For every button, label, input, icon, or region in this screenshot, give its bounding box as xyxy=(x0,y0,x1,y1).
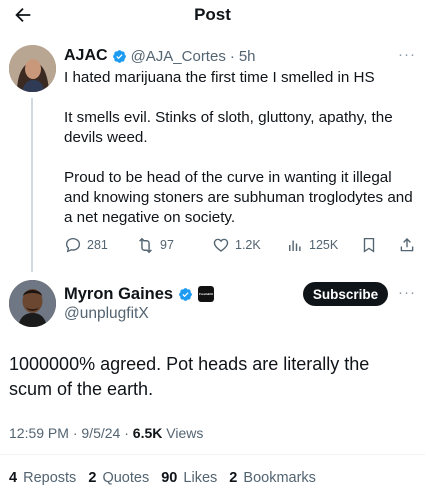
author-name[interactable]: AJAC xyxy=(64,47,108,65)
bookmark-button[interactable] xyxy=(360,233,378,257)
avatar-ajac[interactable] xyxy=(9,45,56,92)
verified-icon xyxy=(112,49,126,63)
more-icon[interactable]: ··· xyxy=(398,284,416,301)
repost-icon xyxy=(139,237,152,253)
engagement-stats: 4 Reposts 2 Quotes 90 Likes 2 Bookmarks xyxy=(9,470,324,486)
main-post-header: Myron Gaines Fresh&Fit xyxy=(64,284,215,304)
bookmarks-stat[interactable]: 2 Bookmarks xyxy=(229,470,316,486)
like-count: 1.2K xyxy=(235,238,261,252)
quotes-stat[interactable]: 2 Quotes xyxy=(88,470,149,486)
post-date[interactable]: 9/5/24 xyxy=(81,425,120,441)
avatar-image xyxy=(9,280,56,327)
likes-stat[interactable]: 90 Likes xyxy=(161,470,217,486)
page-title: Post xyxy=(194,5,231,24)
avatar-myron[interactable] xyxy=(9,280,56,327)
post-time[interactable]: 5h xyxy=(239,48,256,65)
post-paragraph: Proud to be head of the curve in wanting… xyxy=(64,169,413,226)
action-bar: 281 97 1.2K 125K xyxy=(64,233,420,257)
reply-count: 281 xyxy=(87,238,108,252)
bookmark-icon xyxy=(363,237,375,253)
repost-count: 97 xyxy=(160,238,174,252)
like-icon xyxy=(213,238,229,252)
post-paragraph: I hated marijuana the first time I smell… xyxy=(64,69,375,86)
repost-button[interactable]: 97 xyxy=(136,233,174,257)
views-label: Views xyxy=(166,425,204,441)
reposts-stat[interactable]: 4 Reposts xyxy=(9,470,76,486)
main-post-text: 1000000% agreed. Pot heads are literally… xyxy=(9,354,370,399)
share-icon xyxy=(400,238,414,252)
separator-dot: · xyxy=(124,425,129,441)
separator-dot: · xyxy=(72,425,78,441)
subscribe-button[interactable]: Subscribe xyxy=(303,282,388,306)
author-handle[interactable]: @unplugfitX xyxy=(64,305,149,323)
thread-line xyxy=(31,98,33,272)
post-paragraph: It smells evil. Stinks of sloth, glutton… xyxy=(64,109,393,146)
affiliate-badge[interactable]: Fresh&Fit xyxy=(198,286,215,302)
post-meta: 12:59 PM · 9/5/24 · 6.5K Views xyxy=(9,425,203,441)
views-icon xyxy=(289,240,301,251)
divider xyxy=(0,454,425,455)
avatar-image xyxy=(9,45,56,92)
verified-icon xyxy=(179,287,193,301)
top-bar: Post xyxy=(0,0,425,32)
reply-button[interactable]: 281 xyxy=(64,233,108,257)
separator-dot: · xyxy=(229,47,235,65)
views-count: 6.5K xyxy=(132,425,163,441)
more-icon[interactable]: ··· xyxy=(398,46,416,63)
author-handle[interactable]: @AJA_Cortes xyxy=(131,48,226,65)
share-button[interactable] xyxy=(398,233,416,257)
like-button[interactable]: 1.2K xyxy=(212,233,261,257)
views-count: 125K xyxy=(309,238,339,252)
author-name[interactable]: Myron Gaines xyxy=(64,285,173,304)
quoted-post-header: AJAC @AJA_Cortes · 5h xyxy=(64,45,404,67)
quoted-post-text: I hated marijuana the first time I smell… xyxy=(64,68,419,248)
post-time[interactable]: 12:59 PM xyxy=(9,425,69,441)
reply-icon xyxy=(65,237,81,253)
views-button[interactable]: 125K xyxy=(286,233,338,257)
